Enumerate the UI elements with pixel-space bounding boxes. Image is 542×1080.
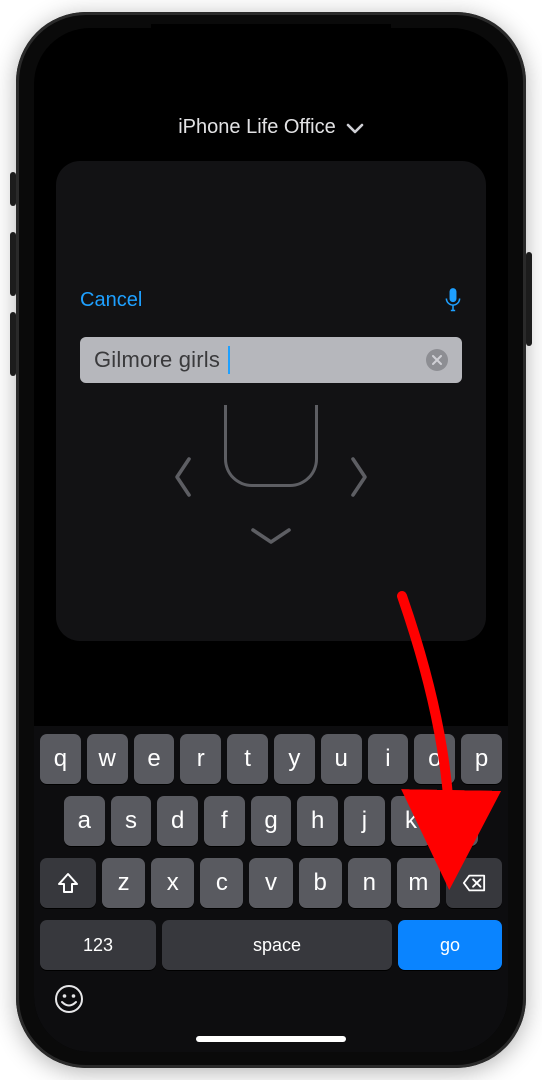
text-caret: [228, 346, 230, 374]
go-key[interactable]: go: [398, 920, 502, 970]
microphone-icon[interactable]: [444, 287, 462, 313]
space-key[interactable]: space: [162, 920, 392, 970]
close-icon: [432, 355, 442, 365]
key-i[interactable]: i: [368, 734, 409, 784]
search-input-text: Gilmore girls: [94, 347, 220, 373]
volume-down-button: [10, 312, 16, 376]
numbers-key[interactable]: 123: [40, 920, 156, 970]
key-c[interactable]: c: [200, 858, 243, 908]
search-input[interactable]: Gilmore girls: [80, 337, 462, 383]
device-name-label: iPhone Life Office: [178, 116, 336, 139]
shift-key[interactable]: [40, 858, 96, 908]
remote-header[interactable]: iPhone Life Office: [34, 28, 508, 153]
key-f[interactable]: f: [204, 796, 245, 846]
key-r[interactable]: r: [180, 734, 221, 784]
silent-switch: [10, 172, 16, 206]
key-x[interactable]: x: [151, 858, 194, 908]
key-s[interactable]: s: [111, 796, 152, 846]
backspace-icon: [462, 872, 486, 894]
chevron-down-icon: [346, 122, 364, 134]
iphone-device-frame: iPhone Life Office Cancel Gilmore girls: [16, 12, 526, 1068]
key-h[interactable]: h: [297, 796, 338, 846]
emoji-key[interactable]: [54, 984, 84, 1014]
key-o[interactable]: o: [414, 734, 455, 784]
power-button: [526, 252, 532, 346]
key-u[interactable]: u: [321, 734, 362, 784]
key-n[interactable]: n: [348, 858, 391, 908]
key-g[interactable]: g: [251, 796, 292, 846]
key-m[interactable]: m: [397, 858, 440, 908]
key-b[interactable]: b: [299, 858, 342, 908]
dpad-right-button[interactable]: [346, 455, 372, 499]
onscreen-keyboard: qwertyuiop asdfghjkl zxcvbnm 123: [34, 726, 508, 1052]
remote-surface: Cancel Gilmore girls: [56, 161, 486, 641]
screen: iPhone Life Office Cancel Gilmore girls: [34, 28, 508, 1052]
key-w[interactable]: w: [87, 734, 128, 784]
backspace-key[interactable]: [446, 858, 502, 908]
home-indicator[interactable]: [196, 1036, 346, 1042]
key-y[interactable]: y: [274, 734, 315, 784]
key-l[interactable]: l: [437, 796, 478, 846]
key-k[interactable]: k: [391, 796, 432, 846]
key-t[interactable]: t: [227, 734, 268, 784]
dpad-left-button[interactable]: [170, 455, 196, 499]
dpad-select-button[interactable]: [224, 405, 318, 487]
cancel-button[interactable]: Cancel: [80, 289, 142, 312]
key-d[interactable]: d: [157, 796, 198, 846]
key-q[interactable]: q: [40, 734, 81, 784]
dpad-controls: [56, 405, 486, 549]
key-e[interactable]: e: [134, 734, 175, 784]
key-z[interactable]: z: [102, 858, 145, 908]
key-v[interactable]: v: [249, 858, 292, 908]
clear-text-button[interactable]: [426, 349, 448, 371]
shift-icon: [56, 872, 80, 894]
dpad-down-button[interactable]: [249, 523, 293, 549]
key-p[interactable]: p: [461, 734, 502, 784]
search-toolbar: Cancel: [80, 287, 462, 313]
key-a[interactable]: a: [64, 796, 105, 846]
key-j[interactable]: j: [344, 796, 385, 846]
volume-up-button: [10, 232, 16, 296]
